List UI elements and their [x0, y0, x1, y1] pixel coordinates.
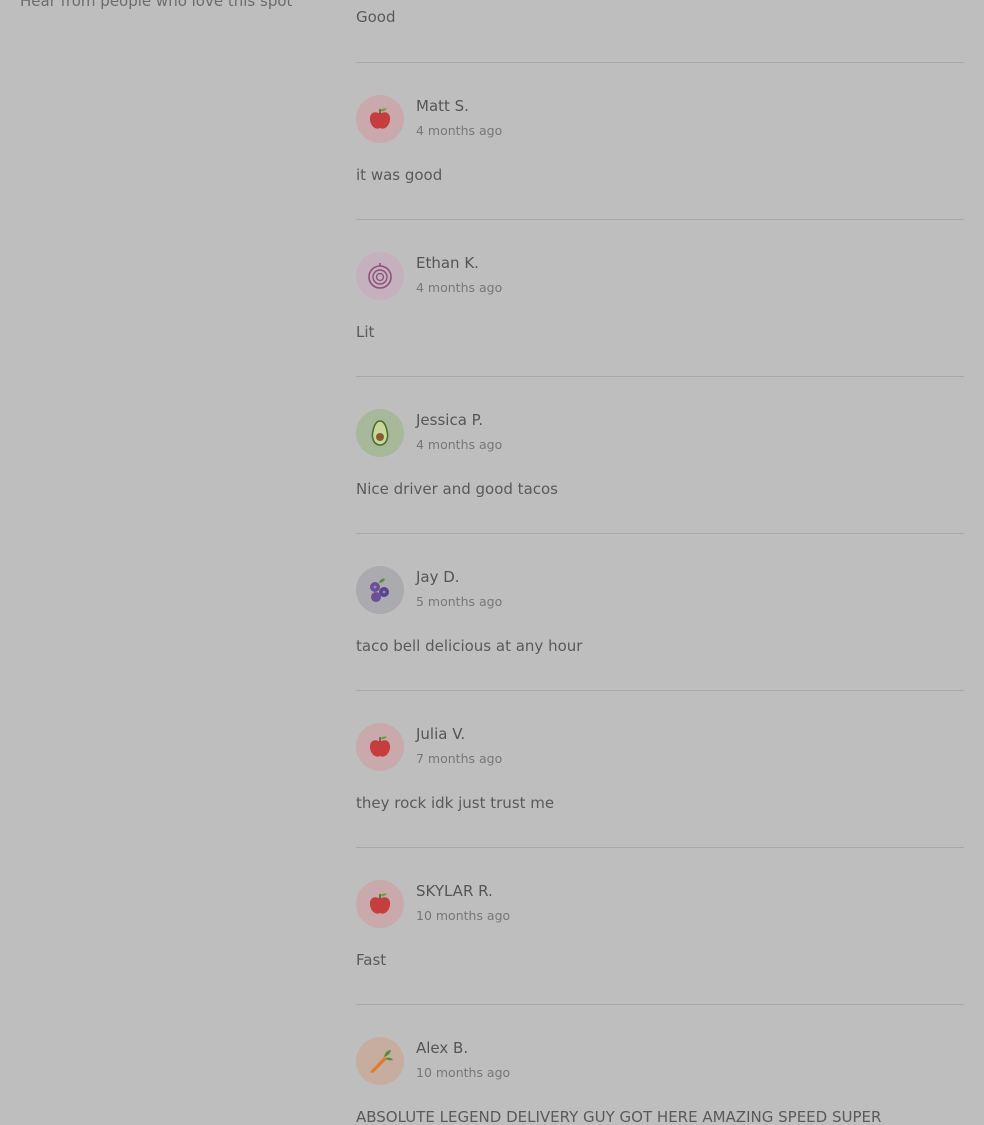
avatar [356, 95, 404, 143]
apple-icon [369, 893, 391, 914]
review-text: Fast [356, 951, 387, 969]
reviewer-name: Julia V. [416, 725, 466, 743]
avatar [356, 723, 404, 771]
onion-icon [368, 263, 392, 289]
avocado-icon [371, 420, 389, 446]
review-text: it was good [356, 166, 443, 184]
review-text: Lit [356, 323, 375, 341]
review-time: 10 months ago [416, 1065, 511, 1080]
avatar [356, 252, 404, 300]
avatar [356, 409, 404, 457]
review-time: 10 months ago [416, 908, 511, 923]
carrot-icon [370, 1050, 393, 1073]
blueberry-icon [370, 578, 389, 602]
review-time: 4 months ago [416, 280, 503, 295]
review-time: 5 months ago [416, 594, 503, 609]
avatar [356, 566, 404, 614]
review-text: Nice driver and good tacos [356, 480, 558, 498]
sidebar: Hear from people who love this spot [20, 0, 320, 12]
reviewer-name: Jessica P. [416, 411, 484, 429]
apple-icon [369, 108, 391, 129]
review-card: Matt S. 4 months ago it was good [356, 63, 964, 220]
reviewer-name: Ethan K. [416, 254, 479, 272]
review-time: 4 months ago [416, 437, 503, 452]
review-text: ABSOLUTE LEGEND DELIVERY GUY GOT HERE AM… [356, 1108, 882, 1125]
reviewer-name: Alex B. [416, 1039, 469, 1057]
avatar [356, 1037, 404, 1085]
reviewer-name: SKYLAR R. [416, 882, 493, 900]
apple-icon [369, 736, 391, 757]
review-card: Ethan K. 4 months ago Lit [356, 220, 964, 377]
avatar [356, 880, 404, 928]
review-card: Jessica P. 4 months ago Nice driver and … [356, 377, 964, 534]
reviews-subtitle: Hear from people who love this spot [20, 0, 293, 10]
reviewer-name: Jay D. [416, 568, 460, 586]
review-text: taco bell delicious at any hour [356, 637, 583, 655]
review-text: Good [356, 8, 396, 26]
review-card: Alex B. 10 months ago ABSOLUTE LEGEND DE… [356, 1005, 964, 1125]
review-card: Jay D. 5 months ago taco bell delicious … [356, 534, 964, 691]
review-time: 7 months ago [416, 751, 503, 766]
review-text: they rock idk just trust me [356, 794, 555, 812]
review-card: SKYLAR R. 10 months ago Fast [356, 848, 964, 1005]
review-card: Julia V. 7 months ago they rock idk just… [356, 691, 964, 848]
review-time: 4 months ago [416, 123, 503, 138]
reviewer-name: Matt S. [416, 97, 469, 115]
